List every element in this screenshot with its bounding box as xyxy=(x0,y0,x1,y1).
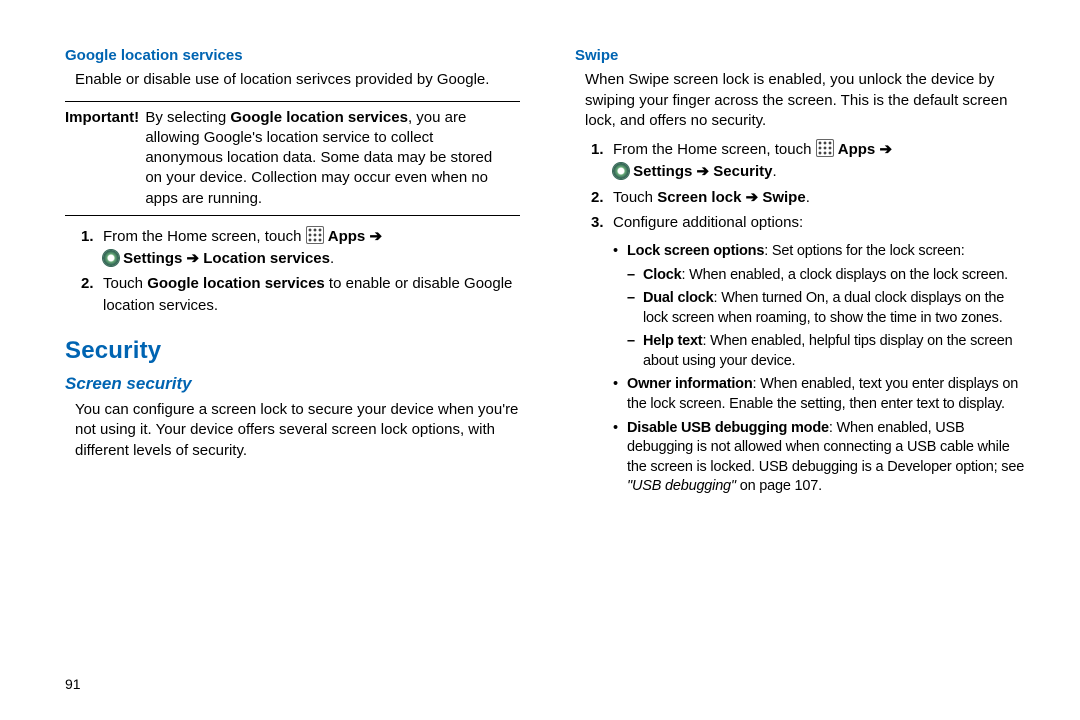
step-3: Configure additional options: xyxy=(575,212,1030,234)
bullet-disable-usb: Disable USB debugging mode: When enabled… xyxy=(613,419,1030,497)
text-bold: Google location services xyxy=(230,109,408,126)
step-2: Touch Google location services to enable… xyxy=(65,273,520,317)
settings-icon xyxy=(613,163,629,179)
swipe-steps: From the Home screen, touch Apps ➔ Setti… xyxy=(575,139,1030,234)
period: . xyxy=(806,189,810,206)
arrow-icon: ➔ xyxy=(746,189,759,206)
dash-clock: Clock: When enabled, a clock displays on… xyxy=(627,266,1030,286)
text: : Set options for the lock screen: xyxy=(764,243,964,259)
apps-label: Apps xyxy=(328,228,370,245)
text-italic: "USB debugging" xyxy=(627,478,736,494)
text: From the Home screen, touch xyxy=(103,228,306,245)
period: . xyxy=(330,250,334,267)
heading-google-location: Google location services xyxy=(65,46,520,66)
location-services-label: Location services xyxy=(203,250,330,267)
settings-label: Settings xyxy=(123,250,186,267)
arrow-icon: ➔ xyxy=(697,163,710,180)
dash-dual-clock: Dual clock: When turned On, a dual clock… xyxy=(627,289,1030,328)
arrow-icon: ➔ xyxy=(369,228,382,245)
step-2: Touch Screen lock ➔ Swipe. xyxy=(575,187,1030,209)
text: Configure additional options: xyxy=(613,214,803,231)
left-column: Google location services Enable or disab… xyxy=(65,40,520,700)
page-number: 91 xyxy=(65,676,81,692)
dash-help-text: Help text: When enabled, helpful tips di… xyxy=(627,332,1030,371)
text: on page 107. xyxy=(736,478,822,494)
heading-screen-security: Screen security xyxy=(65,373,520,396)
text-bold: Dual clock xyxy=(643,290,714,306)
heading-swipe: Swipe xyxy=(575,46,1030,66)
settings-label: Settings xyxy=(633,163,696,180)
step-1: From the Home screen, touch Apps ➔ Setti… xyxy=(65,226,520,270)
swipe-intro: When Swipe screen lock is enabled, you u… xyxy=(575,70,1030,131)
security-label: Security xyxy=(713,163,772,180)
page: Google location services Enable or disab… xyxy=(0,0,1080,720)
right-column: Swipe When Swipe screen lock is enabled,… xyxy=(575,40,1030,700)
text-bold: Clock xyxy=(643,267,682,283)
text-bold: Owner information xyxy=(627,376,753,392)
text-bold: Swipe xyxy=(758,189,806,206)
screen-security-para: You can configure a screen lock to secur… xyxy=(65,400,520,461)
bullet-list: Lock screen options: Set options for the… xyxy=(613,242,1030,497)
dash-list: Clock: When enabled, a clock displays on… xyxy=(627,266,1030,372)
important-label: Important! xyxy=(65,108,139,128)
text: Touch xyxy=(613,189,657,206)
apps-icon xyxy=(306,226,324,244)
text-bold: Help text xyxy=(643,333,702,349)
text-bold: Google location services xyxy=(147,275,325,292)
text: By selecting xyxy=(145,109,230,126)
arrow-icon: ➔ xyxy=(879,141,892,158)
apps-icon xyxy=(816,139,834,157)
bullet-lock-screen-options: Lock screen options: Set options for the… xyxy=(613,242,1030,371)
arrow-icon: ➔ xyxy=(187,250,200,267)
google-steps: From the Home screen, touch Apps ➔ Setti… xyxy=(65,226,520,317)
text: Touch xyxy=(103,275,147,292)
heading-security: Security xyxy=(65,335,520,367)
text-bold: Lock screen options xyxy=(627,243,764,259)
google-intro: Enable or disable use of location serivc… xyxy=(65,70,520,90)
text-bold: Disable USB debugging mode xyxy=(627,420,829,436)
apps-label: Apps xyxy=(838,141,880,158)
text: From the Home screen, touch xyxy=(613,141,816,158)
step3-options: Lock screen options: Set options for the… xyxy=(575,242,1030,497)
bullet-owner-info: Owner information: When enabled, text yo… xyxy=(613,375,1030,414)
settings-icon xyxy=(103,250,119,266)
text-bold: Screen lock xyxy=(657,189,745,206)
text: : When enabled, a clock displays on the … xyxy=(682,267,1009,283)
important-body: By selecting Google location services, y… xyxy=(143,108,505,209)
important-note: Important! By selecting Google location … xyxy=(65,101,520,216)
period: . xyxy=(772,163,776,180)
step-1: From the Home screen, touch Apps ➔ Setti… xyxy=(575,139,1030,183)
